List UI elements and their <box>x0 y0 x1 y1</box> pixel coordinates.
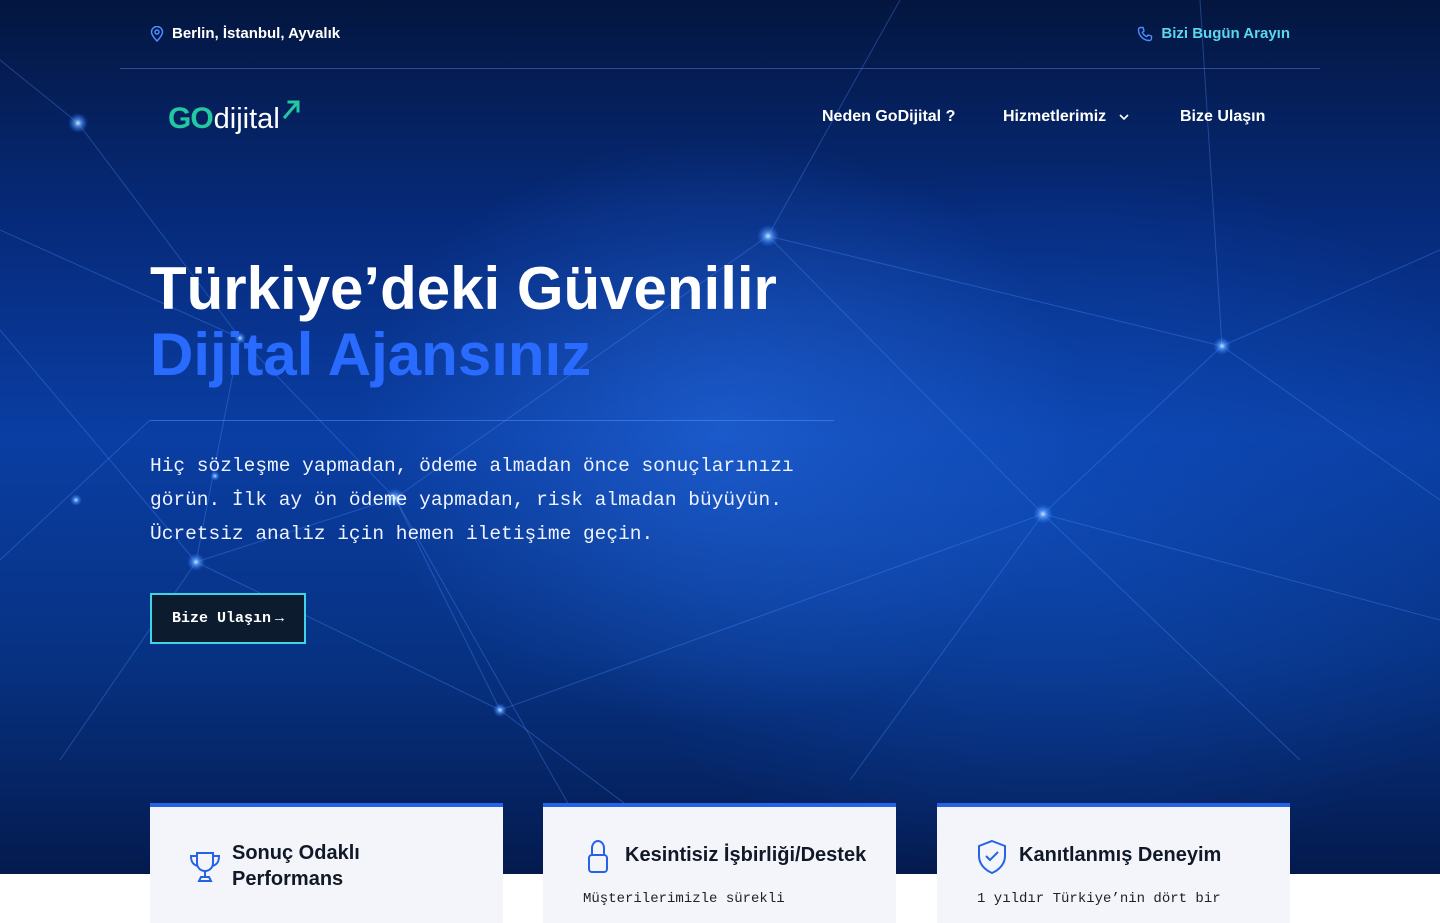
hero-section: Berlin, İstanbul, Ayvalık Bizi Bugün Ara… <box>0 0 1440 874</box>
chevron-down-icon <box>1119 114 1129 121</box>
cta-label: Bize Ulaşın <box>171 610 271 627</box>
hero-subtitle: Hiç sözleşme yapmadan, ödeme almadan önc… <box>150 455 794 545</box>
contact-cta-button[interactable]: Bize Ulaşın → <box>150 593 306 644</box>
hero-title-line2: Dijital Ajansınız <box>150 321 592 388</box>
hero-title-line1: Türkiye’deki Güvenilir <box>150 255 777 322</box>
feature-card-support: Kesintisiz İşbirliği/Destek Müşterilerim… <box>543 803 896 923</box>
feature-card-results: Sonuç Odaklı Performans <box>150 803 503 923</box>
call-us-label: Bizi Bugün Arayın <box>1161 25 1290 42</box>
nav-item-label: Hizmetlerimiz <box>1003 108 1107 125</box>
nav-item-why[interactable]: Neden GoDijital ? <box>822 108 955 126</box>
location-text: Berlin, İstanbul, Ayvalık <box>172 25 341 42</box>
shield-check-icon <box>978 839 1006 875</box>
logo[interactable]: GO dijital <box>168 98 302 134</box>
nav-item-contact[interactable]: Bize Ulaşın <box>1180 108 1265 126</box>
arrow-up-right-icon <box>282 100 300 120</box>
nav-item-label: Bize Ulaşın <box>1180 108 1266 125</box>
nav-item-services[interactable]: Hizmetlerimiz <box>1003 108 1130 126</box>
top-bar: Berlin, İstanbul, Ayvalık Bizi Bugün Ara… <box>120 0 1320 69</box>
nav-item-label: Neden GoDijital ? <box>822 108 956 125</box>
feature-title: Kesintisiz İşbirliği/Destek <box>625 844 867 866</box>
hero-divider <box>150 420 834 421</box>
logo-go-text: GO <box>168 102 214 135</box>
map-pin-icon <box>150 25 164 42</box>
feature-title: Sonuç Odaklı Performans <box>232 842 360 890</box>
feature-desc: 1 yıldır Türkiye’nin dört bir <box>977 891 1221 907</box>
phone-icon <box>1138 26 1153 41</box>
feature-card-experience: Kanıtlanmış Deneyim 1 yıldır Türkiye’nin… <box>937 803 1290 923</box>
arrow-right-icon: → <box>275 610 285 627</box>
feature-desc: Müşterilerimizle sürekli <box>583 891 785 907</box>
lock-icon <box>588 839 608 873</box>
call-us-link[interactable]: Bizi Bugün Arayın <box>1137 25 1290 42</box>
logo-dijital: dijital <box>213 103 280 135</box>
hero-title: Türkiye’deki Güvenilir Dijital Ajansınız <box>150 256 777 388</box>
trophy-icon <box>189 852 221 882</box>
logo-go: GO <box>168 102 214 135</box>
feature-title: Kanıtlanmış Deneyim <box>1019 844 1222 866</box>
location-info: Berlin, İstanbul, Ayvalık <box>150 25 340 42</box>
